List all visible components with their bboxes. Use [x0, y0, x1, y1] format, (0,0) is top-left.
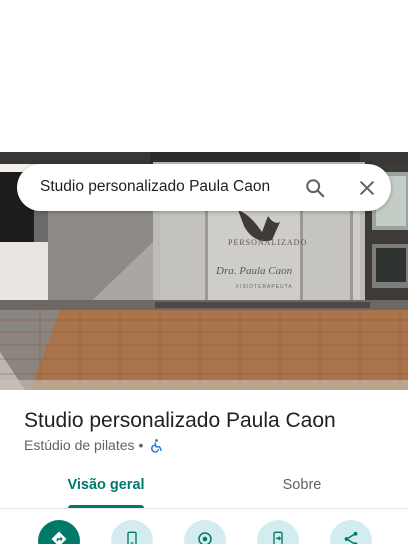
place-tabs: Visão geral Sobre	[0, 470, 408, 510]
search-query[interactable]: Studio personalizado Paula Caon	[40, 178, 270, 196]
search-icon[interactable]	[301, 174, 329, 202]
wheelchair-accessible-icon	[149, 438, 164, 453]
place-subtitle: Estúdio de pilates •	[24, 437, 164, 453]
search-bar[interactable]: Studio personalizado Paula Caon	[17, 164, 391, 211]
save-icon	[196, 530, 214, 544]
svg-text:Dra. Paula Caon: Dra. Paula Caon	[215, 265, 293, 277]
tab-overview[interactable]: Visão geral	[58, 477, 154, 493]
save-button[interactable]	[184, 520, 226, 544]
place-category[interactable]: Estúdio de pilates	[24, 437, 135, 453]
directions-icon	[50, 530, 68, 544]
share-button[interactable]	[330, 520, 372, 544]
place-name: Studio personalizado Paula Caon	[24, 409, 336, 432]
map-blank-area	[0, 0, 408, 152]
tabs-divider	[0, 508, 408, 509]
share-icon	[342, 530, 360, 544]
send-to-phone-button[interactable]	[257, 520, 299, 544]
directions-button[interactable]	[38, 520, 80, 544]
call-button[interactable]	[111, 520, 153, 544]
svg-text:FISIOTERAPEUTA: FISIOTERAPEUTA	[236, 284, 293, 290]
close-icon[interactable]	[353, 174, 381, 202]
action-buttons	[0, 520, 408, 544]
send-to-phone-icon	[270, 530, 286, 544]
svg-text:PERSONALIZADO: PERSONALIZADO	[228, 238, 307, 247]
separator-dot: •	[138, 437, 144, 453]
phone-icon	[124, 530, 140, 544]
tab-about[interactable]: Sobre	[254, 477, 350, 493]
